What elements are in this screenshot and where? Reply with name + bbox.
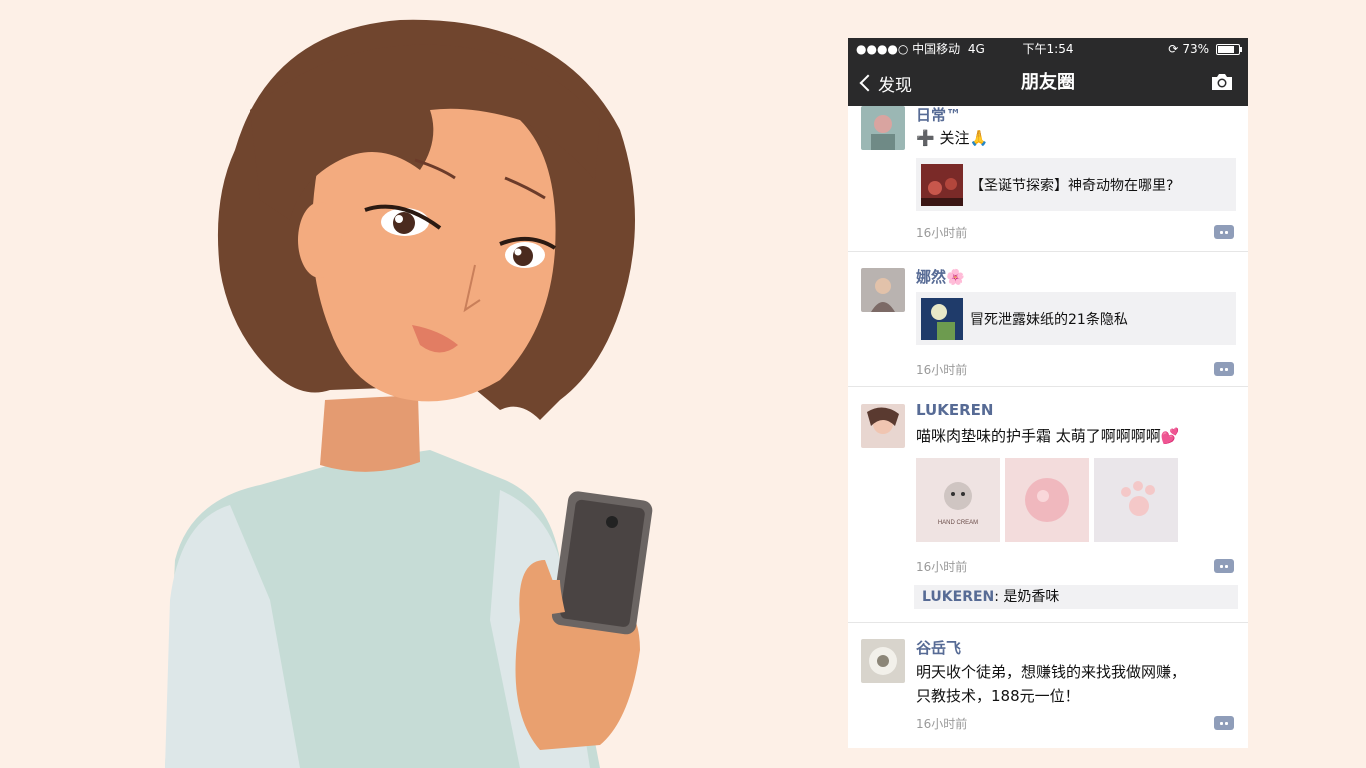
post-time: 16小时前 [916,717,968,731]
author-name[interactable]: 谷岳飞 [916,637,961,658]
author-name[interactable]: LUKEREN [916,401,993,419]
battery-area: ⟳ 73% [1168,38,1242,60]
ear [298,202,342,278]
comment-text: : 是奶香味 [994,589,1060,605]
link-title: 冒死泄露妹纸的21条隐私 [970,311,1128,328]
author-name[interactable]: 娜然🌸 [916,266,965,287]
photo-pink-cream[interactable] [1005,458,1089,542]
moment-post: 日常™ ➕ 关注🙏 【圣诞节探索】神奇动物在哪里? 16小时前 [848,92,1248,252]
post-text-line-1: 明天收个徒弟，想赚钱的来找我做网赚， [916,663,1187,681]
comment-row: LUKEREN: 是奶香味 [914,585,1238,609]
wechat-moments-screen: ●●●●○ 中国移动 4G 下午1:54 ⟳ 73% 发现 朋友圈 日常™ ➕ … [848,38,1248,748]
link-card[interactable]: 【圣诞节探索】神奇动物在哪里? [916,158,1236,211]
woman-illustration [165,19,653,768]
moments-feed: 日常™ ➕ 关注🙏 【圣诞节探索】神奇动物在哪里? 16小时前 娜然🌸 冒死泄露… [848,106,1248,748]
avatar[interactable] [861,106,905,150]
neck [320,395,420,472]
avatar[interactable] [861,268,905,312]
post-text: 喵咪肉垫味的护手霜 太萌了啊啊啊啊💕 [916,427,1180,445]
link-thumbnail [921,297,963,340]
comment-button[interactable] [1214,559,1234,573]
moment-post: 谷岳飞 明天收个徒弟，想赚钱的来找我做网赚， 只教技术，188元一位！ 16小时… [848,623,1248,748]
avatar[interactable] [861,639,905,683]
post-time: 16小时前 [916,363,968,377]
moment-post: 娜然🌸 冒死泄露妹纸的21条隐私 16小时前 [848,252,1248,387]
post-time: 16小时前 [916,226,968,240]
comment-button[interactable] [1214,225,1234,239]
rotation-lock-icon: ⟳ [1168,42,1179,56]
battery-percent: 73% [1182,42,1209,56]
post-text: ➕ 关注🙏 [916,129,989,147]
link-thumbnail [921,163,963,206]
moment-post: LUKEREN 喵咪肉垫味的护手霜 太萌了啊啊啊啊💕 HAND CREAM 16… [848,387,1248,623]
avatar[interactable] [861,404,905,448]
post-text-line-2: 只教技术，188元一位！ [916,687,1080,705]
link-card[interactable]: 冒死泄露妹纸的21条隐私 [916,292,1236,345]
link-title: 【圣诞节探索】神奇动物在哪里? [970,177,1174,194]
photo-cat-paw[interactable] [1094,458,1178,542]
held-phone-camera [606,516,618,528]
camera-icon[interactable] [1210,73,1234,91]
author-name[interactable]: 日常™ [916,104,961,125]
photo-hand-cream-box[interactable]: HAND CREAM [916,458,1000,542]
status-bar: ●●●●○ 中国移动 4G 下午1:54 ⟳ 73% [848,38,1248,60]
svg-text:HAND CREAM: HAND CREAM [938,520,978,526]
comment-button[interactable] [1214,362,1234,376]
comment-author[interactable]: LUKEREN [922,589,994,605]
battery-icon [1216,43,1242,55]
comment-button[interactable] [1214,716,1234,730]
post-time: 16小时前 [916,560,968,574]
